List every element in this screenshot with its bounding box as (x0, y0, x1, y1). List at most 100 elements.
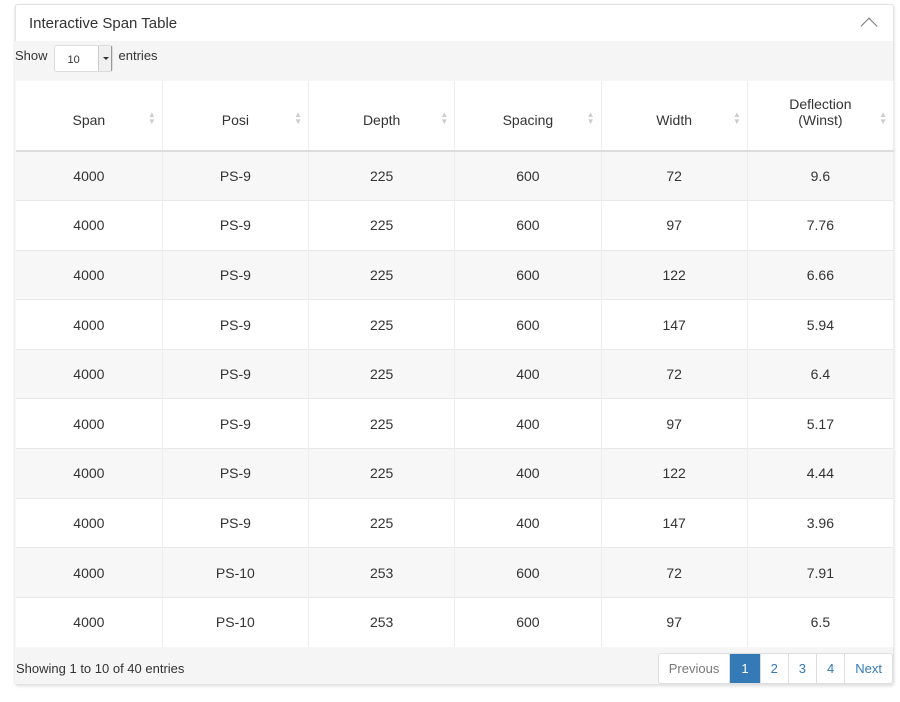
table-cell: 400 (454, 497, 602, 548)
table-row: 4000 PS-10 253 600 72 7.91 (16, 547, 895, 598)
column-header-span[interactable]: Span ▲ ▼ (16, 81, 163, 152)
table-cell: 6.5 (747, 596, 895, 647)
table-cell: 225 (308, 299, 456, 350)
table-cell: 225 (308, 150, 456, 201)
table-cell: 600 (454, 299, 602, 350)
table-cell: 72 (601, 348, 748, 399)
next-button[interactable]: Next (844, 653, 892, 683)
table-cell: PS-10 (162, 596, 310, 647)
table-cell: 253 (308, 596, 456, 647)
table-row: 4000 PS-9 225 600 72 9.6 (16, 150, 895, 201)
table-cell: 97 (601, 200, 748, 251)
table-cell: 4000 (16, 547, 163, 598)
table-cell: 4000 (16, 348, 163, 399)
page-button-3[interactable]: 3 (787, 653, 816, 683)
table-cell: 9.6 (747, 150, 895, 201)
show-label: Show (15, 48, 48, 63)
table-cell: 4000 (16, 596, 163, 647)
table-cell: 400 (454, 398, 602, 449)
table-cell: PS-9 (162, 348, 310, 399)
sort-icon: ▲ ▼ (440, 110, 449, 126)
table-cell: 400 (454, 448, 602, 499)
table-cell: 147 (601, 299, 748, 350)
table-cell: PS-9 (162, 249, 310, 300)
table-row: 4000 PS-9 225 400 97 5.17 (16, 398, 895, 449)
chevron-up-icon[interactable] (860, 17, 878, 35)
sort-icon: ▲ ▼ (147, 110, 156, 126)
table-row: 4000 PS-9 225 600 97 7.76 (16, 200, 895, 251)
table-cell: PS-9 (162, 497, 310, 548)
table-info: Showing 1 to 10 of 40 entries (16, 660, 185, 676)
span-table: Span ▲ ▼ Posi ▲ ▼ Depth ▲ ▼ Spacing ▲ ▼ Width ▲ ▼ Defle… (16, 81, 895, 647)
entries-select-value: 10 (67, 54, 80, 66)
table-cell: 4000 (16, 448, 163, 499)
table-cell: 97 (601, 398, 748, 449)
table-cell: 4000 (16, 398, 163, 449)
table-cell: 225 (308, 348, 456, 399)
sort-icon: ▲ ▼ (294, 110, 302, 126)
page-button-4[interactable]: 4 (816, 653, 844, 683)
table-cell: 4000 (16, 150, 163, 201)
table-cell: PS-9 (162, 299, 310, 350)
table-row: 4000 PS-10 253 600 97 6.5 (16, 596, 895, 647)
table-cell: 4000 (16, 299, 163, 350)
table-cell: 225 (308, 497, 456, 548)
column-header-label: Deflection (Winst) (789, 96, 852, 128)
table-cell: 225 (308, 200, 456, 251)
table-cell: 72 (601, 150, 748, 201)
column-header-posi[interactable]: Posi ▲ ▼ (162, 81, 310, 152)
table-cell: 600 (454, 249, 602, 300)
panel-header: Interactive Span Table (16, 5, 893, 41)
table-cell: 6.4 (747, 348, 895, 399)
table-row: 4000 PS-9 225 400 147 3.96 (16, 497, 895, 548)
table-cell: 225 (308, 448, 456, 499)
page-button-1[interactable]: 1 (729, 653, 760, 683)
entries-select[interactable]: 10 (53, 45, 113, 72)
column-header-depth[interactable]: Depth ▲ ▼ (308, 81, 456, 152)
table-row: 4000 PS-9 225 600 122 6.66 (16, 249, 895, 300)
length-control: Show 10 entries (15, 41, 893, 81)
table-cell: 4000 (16, 497, 163, 548)
column-header-label: Posi (221, 112, 249, 128)
table-footer: Showing 1 to 10 of 40 entries Previous 1 2… (15, 651, 893, 685)
table-cell: 7.91 (747, 547, 895, 598)
table-cell: 400 (454, 348, 602, 399)
sort-icon: ▲ ▼ (586, 110, 595, 126)
table-cell: PS-9 (162, 448, 310, 499)
previous-button[interactable]: Previous (659, 654, 730, 683)
table-cell: 5.17 (747, 398, 895, 449)
table-cell: 6.66 (747, 249, 895, 300)
span-table-panel: Interactive Span Table Show 10 entries S… (15, 4, 895, 685)
table-cell: 4000 (16, 249, 163, 300)
table-row: 4000 PS-9 225 400 122 4.44 (16, 448, 895, 499)
table-cell: 225 (308, 249, 456, 300)
table-cell: 122 (601, 448, 748, 499)
table-cell: PS-9 (162, 200, 310, 251)
table-cell: 147 (601, 497, 748, 548)
column-header-width[interactable]: Width ▲ ▼ (601, 81, 748, 152)
table-cell: 4000 (16, 200, 163, 251)
page-button-2[interactable]: 2 (759, 653, 788, 683)
panel-title: Interactive Span Table (29, 14, 178, 32)
column-header-label: Spacing (502, 112, 554, 128)
column-header-deflection-winst[interactable]: Deflection (Winst) ▲ ▼ (747, 81, 895, 152)
table-cell: 600 (454, 596, 602, 647)
table-cell: 97 (601, 596, 748, 647)
table-cell: 225 (308, 398, 456, 449)
table-cell: PS-9 (162, 398, 310, 449)
table-cell: 122 (601, 249, 748, 300)
table-cell: 253 (308, 547, 456, 598)
column-header-spacing[interactable]: Spacing ▲ ▼ (454, 81, 602, 152)
table-cell: 3.96 (747, 497, 895, 548)
table-cell: 5.94 (747, 299, 895, 350)
table-row: 4000 PS-9 225 600 147 5.94 (16, 299, 895, 350)
sort-icon: ▲ ▼ (732, 110, 741, 126)
table-cell: 600 (454, 547, 602, 598)
column-header-label: Depth (362, 112, 401, 128)
pagination: Previous 1 2 3 4 Next (657, 652, 893, 684)
table-cell: 72 (601, 547, 748, 598)
entries-label: entries (118, 48, 158, 63)
caret-down-icon (97, 46, 112, 71)
sort-icon: ▲ ▼ (879, 110, 887, 126)
table-cell: PS-9 (162, 150, 310, 201)
